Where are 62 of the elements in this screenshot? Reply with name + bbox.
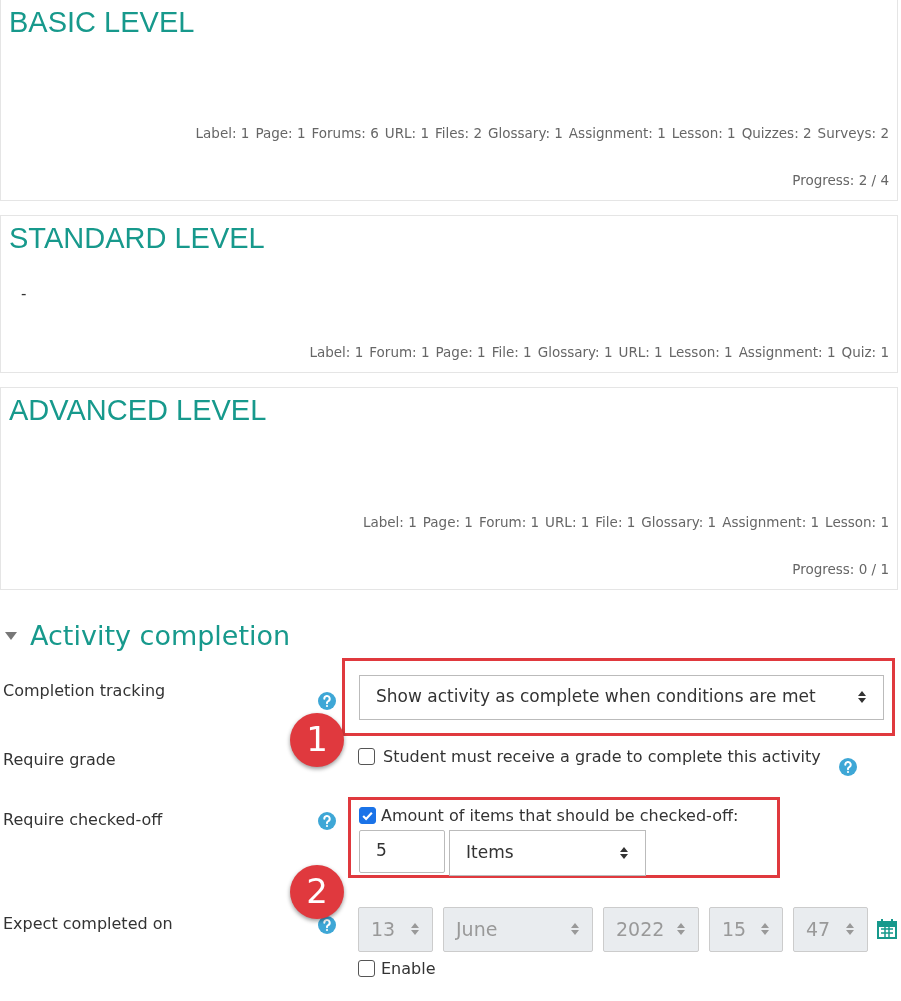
- checkmark-icon: [361, 809, 374, 822]
- section-heading: Activity completion: [30, 619, 291, 653]
- activity-count: Assignment: 1: [722, 512, 820, 532]
- activity-count: Files: 2: [435, 123, 483, 143]
- sort-arrows-icon: [857, 690, 867, 704]
- field-label: Expect completed on: [3, 913, 173, 933]
- activity-count: Page: 1: [255, 123, 306, 143]
- activity-count: Page: 1: [422, 512, 473, 532]
- activity-count: Lesson: 1: [668, 342, 733, 362]
- progress-text: Progress: 2 / 4: [792, 170, 889, 190]
- activity-count: Glossary: 1: [537, 342, 613, 362]
- sort-arrows-icon: [410, 922, 420, 936]
- checkbox-label: Enable: [381, 957, 436, 980]
- field-label: Require checked-off: [2, 808, 164, 831]
- activity-count: URL: 1: [545, 512, 590, 532]
- collapse-caret-icon[interactable]: [4, 631, 18, 642]
- select-field[interactable]: Show activity as complete when conditions are met: [359, 674, 884, 720]
- checkbox[interactable]: [358, 747, 375, 765]
- section-summary: -: [21, 284, 28, 305]
- activity-count: Assignment: 1: [568, 123, 666, 143]
- activity-count: Label: 1: [309, 342, 364, 362]
- section-title: STANDARD LEVEL: [9, 224, 266, 253]
- help-icon[interactable]: [318, 691, 336, 710]
- checkbox-label: Student must receive a grade to complete this activity: [383, 747, 821, 766]
- activity-count: Quiz: 1: [841, 342, 889, 362]
- activity-count: Page: 1: [435, 342, 486, 362]
- progress-text: Progress: 0 / 1: [792, 559, 889, 579]
- field-label: Completion tracking: [2, 679, 167, 702]
- section-title: ADVANCED LEVEL: [9, 396, 268, 425]
- section-title: BASIC LEVEL: [9, 8, 196, 37]
- activity-count: Glossary: 1: [641, 512, 717, 532]
- calendar-icon[interactable]: [877, 919, 897, 939]
- help-icon[interactable]: [838, 757, 857, 776]
- amount-field[interactable]: 5: [359, 829, 445, 873]
- checkbox[interactable]: [359, 807, 376, 824]
- sort-arrows-icon: [845, 922, 855, 936]
- sort-arrows-icon: [570, 922, 580, 936]
- sort-arrows-icon: [760, 922, 770, 936]
- field-label: Require grade: [2, 748, 117, 771]
- activity-count: File: 1: [491, 342, 532, 362]
- activity-count: Lesson: 1: [825, 512, 889, 532]
- activity-count: URL: 1: [384, 123, 429, 143]
- step-marker: 2: [290, 864, 344, 919]
- activity-count: Quizzes: 2: [741, 123, 812, 143]
- help-icon[interactable]: [318, 811, 336, 830]
- activity-count: File: 1: [595, 512, 636, 532]
- help-icon[interactable]: [318, 915, 336, 934]
- activity-count: Forum: 1: [369, 342, 430, 362]
- step-marker: 1: [290, 712, 344, 767]
- activity-count: Label: 1: [362, 512, 417, 532]
- activity-count: Label: 1: [195, 123, 250, 143]
- sort-arrows-icon: [619, 845, 629, 860]
- activity-count: Assignment: 1: [738, 342, 836, 362]
- activity-count: Glossary: 1: [488, 123, 563, 143]
- activity-count: URL: 1: [618, 342, 663, 362]
- sort-arrows-icon: [676, 922, 686, 936]
- activity-count: Forum: 1: [478, 512, 540, 532]
- activity-count: Surveys: 2: [817, 123, 889, 143]
- checkbox-label: Amount of items that should be checked-off:: [381, 804, 739, 827]
- activity-count: Forums: 6: [311, 123, 379, 143]
- unit-select[interactable]: Items: [449, 829, 646, 876]
- activity-count: Lesson: 1: [671, 123, 736, 143]
